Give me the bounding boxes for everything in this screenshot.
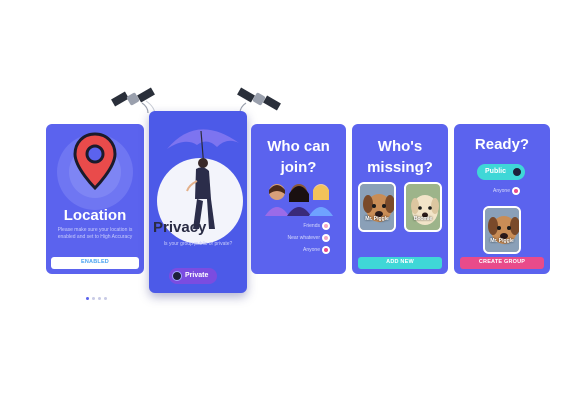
dog-icon: [485, 208, 519, 252]
pet-name-boomie: Boomie: [413, 216, 433, 222]
option-anyone[interactable]: Anyone: [251, 245, 346, 255]
ready-pet-photo: Mr. Piggle: [483, 206, 521, 254]
ready-option-anyone-radio[interactable]: [512, 187, 520, 195]
public-toggle-label: Public: [485, 168, 507, 175]
privacy-card: Privacy Is your group public or private?…: [149, 111, 247, 293]
dog-icon: [360, 184, 394, 230]
location-title: Location: [63, 207, 127, 224]
option-friends-radio[interactable]: [322, 222, 330, 230]
privacy-toggle-knob-icon: [172, 271, 182, 281]
who-can-join-card: Who can join? Friends Near whatever Anyo…: [251, 124, 346, 274]
onboarding-screens-canvas: Location Please make sure your location …: [0, 0, 585, 410]
option-near-whatever-radio[interactable]: [322, 234, 330, 242]
create-group-button[interactable]: CREATE GROUP: [460, 257, 544, 269]
option-friends[interactable]: Friends: [251, 221, 346, 231]
dog-icon: [406, 184, 440, 230]
option-near-whatever[interactable]: Near whatever: [251, 233, 346, 243]
page-dot-2[interactable]: [92, 297, 95, 300]
page-dot-1[interactable]: [86, 297, 89, 300]
pagination-dots: [86, 287, 110, 305]
pet-photo-boomie[interactable]: Boomie: [404, 182, 442, 232]
map-pin-icon: [73, 132, 117, 190]
page-dot-4[interactable]: [104, 297, 107, 300]
option-anyone-radio[interactable]: [322, 246, 330, 254]
privacy-title: Privacy: [153, 219, 207, 236]
group-people-illustration: [265, 184, 333, 216]
whos-missing-card: Who's missing? Mr. Piggle Boomie ADD NEW: [352, 124, 448, 274]
add-new-button[interactable]: ADD NEW: [358, 257, 442, 269]
ready-title: Ready?: [474, 136, 530, 153]
option-friends-label: Friends: [303, 223, 320, 229]
privacy-toggle-label: Private: [185, 272, 209, 279]
public-toggle-knob-icon: [512, 167, 522, 177]
location-description: Please make sure your location is enable…: [57, 227, 133, 240]
whos-missing-title: Who's missing?: [367, 138, 433, 176]
ready-card: Ready? Public Anyone Mr. Piggle CREATE G…: [454, 124, 550, 274]
location-card: Location Please make sure your location …: [46, 124, 144, 274]
pet-name-mr-piggle: Mr. Piggle: [365, 216, 389, 222]
public-toggle[interactable]: Public: [477, 164, 525, 180]
ready-option-anyone-label: Anyone: [493, 188, 510, 194]
option-anyone-label: Anyone: [303, 247, 320, 253]
page-dot-3[interactable]: [98, 297, 101, 300]
privacy-question: Is your group public or private?: [163, 241, 233, 247]
ready-option-anyone[interactable]: Anyone: [454, 186, 550, 196]
pet-photo-mr-piggle[interactable]: Mr. Piggle: [358, 182, 396, 232]
location-enabled-button[interactable]: ENABLED: [51, 257, 139, 269]
who-can-join-title: Who can join?: [267, 138, 330, 176]
privacy-toggle[interactable]: Private: [169, 268, 217, 284]
option-near-whatever-label: Near whatever: [287, 235, 320, 241]
ready-pet-name: Mr. Piggle: [490, 238, 514, 244]
